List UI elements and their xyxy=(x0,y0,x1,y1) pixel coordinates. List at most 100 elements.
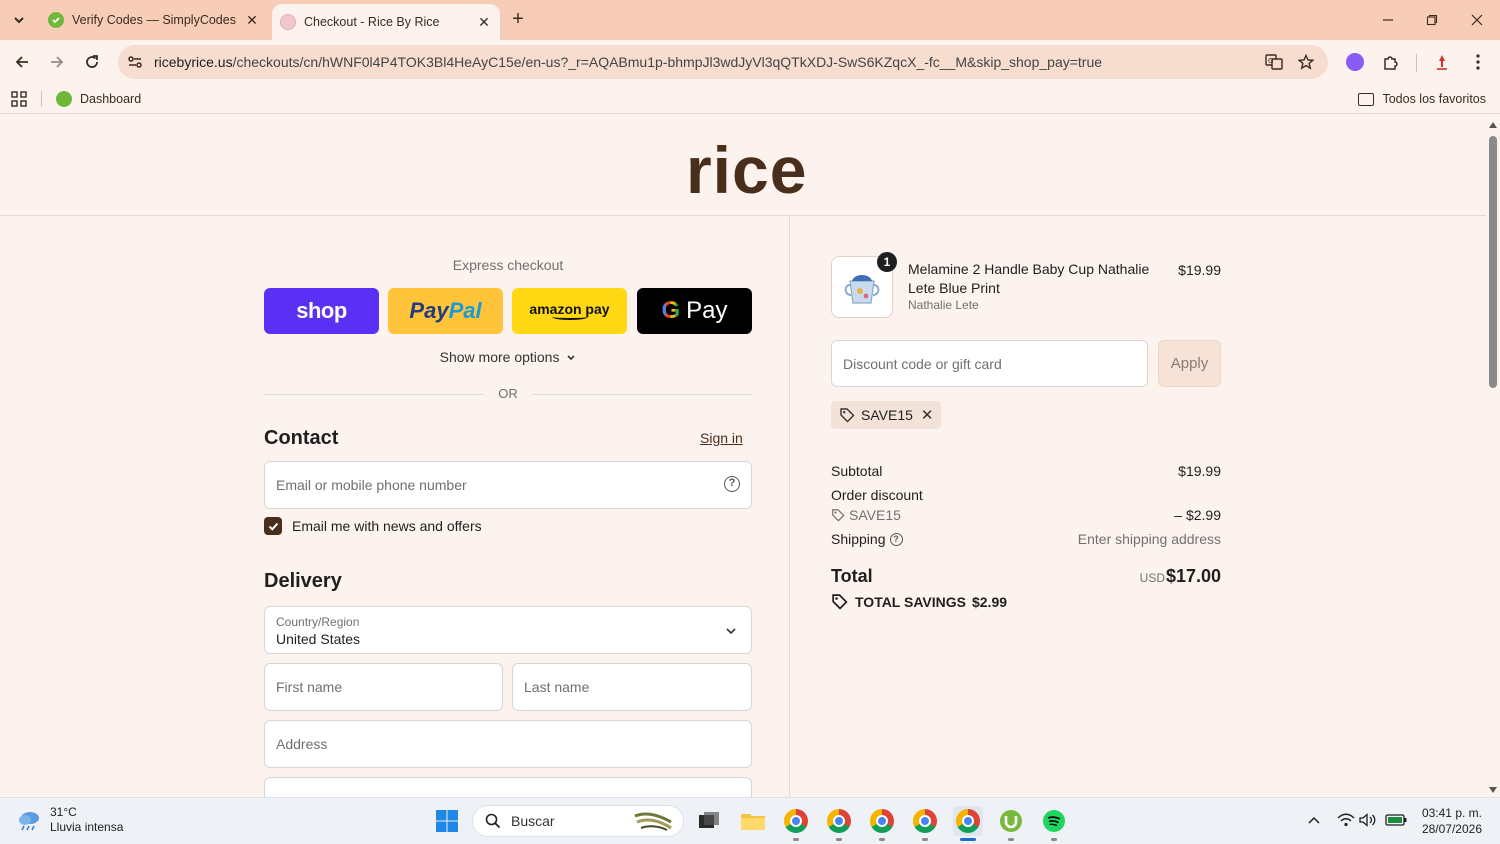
new-tab-plus-icon[interactable]: + xyxy=(508,9,528,30)
page-scrollbar[interactable] xyxy=(1486,118,1500,797)
more-menu-icon[interactable] xyxy=(1466,50,1490,74)
apps-grid-icon[interactable] xyxy=(11,91,27,107)
contact-heading: Contact xyxy=(264,427,339,449)
windows-taskbar: 31°C Lluvia intensa Buscar 03:41 p. m. 2… xyxy=(0,797,1500,844)
weather-condition: Lluvia intensa xyxy=(50,820,124,834)
simplycodes-favicon-icon xyxy=(56,91,72,107)
bookmark-star-icon[interactable] xyxy=(1296,52,1316,72)
checkout-page: rice Express checkout shop Pay Pal amazon… xyxy=(0,118,1486,797)
product-price: $19.99 xyxy=(1178,262,1221,278)
tab-strip: Verify Codes — SimplyCodes ✕ Checkout - … xyxy=(0,0,1500,40)
tag-icon xyxy=(840,408,855,423)
forward-arrow-icon[interactable] xyxy=(45,50,69,74)
back-arrow-icon[interactable] xyxy=(10,50,34,74)
simplycodes-extension-icon[interactable] xyxy=(1343,50,1367,74)
store-logo[interactable]: rice xyxy=(686,130,807,210)
site-settings-icon[interactable] xyxy=(126,53,144,71)
delivery-heading: Delivery xyxy=(264,570,342,592)
clock-date: 28/07/2026 xyxy=(1421,822,1482,836)
chevron-down-icon xyxy=(726,628,736,635)
reload-icon[interactable] xyxy=(80,50,104,74)
windows-start-icon[interactable] xyxy=(432,806,462,836)
checkout-form-column: Express checkout shop Pay Pal amazon pay … xyxy=(0,216,790,797)
tag-icon xyxy=(832,594,848,610)
minimize-icon[interactable] xyxy=(1376,8,1400,32)
browser-toolbar: ricebyrice.us/checkouts/cn/hWNF0l4P4TOK3… xyxy=(0,40,1500,84)
country-select[interactable]: Country/Region United States xyxy=(264,606,752,654)
amazon-smile-icon xyxy=(551,314,588,320)
express-checkout-title: Express checkout xyxy=(452,257,564,273)
baby-cup-image xyxy=(844,275,880,304)
shipping-value: Enter shipping address xyxy=(1077,531,1221,547)
bookmarks-divider xyxy=(41,91,42,107)
remove-code-icon[interactable]: ✕ xyxy=(921,406,934,424)
help-icon[interactable]: ? xyxy=(724,476,740,492)
weather-widget[interactable]: 31°C Lluvia intensa xyxy=(16,805,123,835)
applied-code-label: SAVE15 xyxy=(861,407,913,423)
volume-icon[interactable] xyxy=(1358,810,1378,830)
subtotal-row: Subtotal $19.99 xyxy=(831,463,1221,479)
utorrent-icon[interactable] xyxy=(996,806,1026,836)
tab-checkout[interactable]: Checkout - Rice By Rice ✕ xyxy=(272,4,500,40)
svg-text:G: G xyxy=(1268,57,1273,65)
news-offers-checkbox[interactable] xyxy=(264,517,282,535)
scrollbar-thumb[interactable] xyxy=(1489,136,1497,388)
chrome-profile-icon[interactable] xyxy=(867,806,897,836)
news-offers-row[interactable]: Email me with news and offers xyxy=(264,516,482,536)
show-hidden-icons-icon[interactable] xyxy=(1304,810,1324,830)
scroll-down-arrow-icon[interactable] xyxy=(1489,787,1497,793)
search-icon xyxy=(485,813,501,829)
close-window-icon[interactable] xyxy=(1465,8,1489,32)
all-bookmarks-folder[interactable]: Todos los favoritos xyxy=(1358,89,1486,109)
sign-in-link[interactable]: Sign in xyxy=(700,430,743,446)
system-clock[interactable]: 03:41 p. m. 28/07/2026 xyxy=(1422,805,1482,837)
task-view-icon[interactable] xyxy=(694,806,724,836)
google-g-icon: G xyxy=(661,297,681,324)
last-name-field[interactable] xyxy=(513,664,751,710)
discount-code-info: SAVE15 xyxy=(831,507,901,523)
taskbar-search[interactable]: Buscar xyxy=(472,805,684,837)
temperature: 31°C xyxy=(50,805,77,819)
apply-discount-button[interactable]: Apply xyxy=(1158,340,1221,387)
google-pay-button[interactable]: G Pay xyxy=(637,288,752,334)
amazon-pay-button[interactable]: amazon pay xyxy=(512,288,627,334)
scroll-up-arrow-icon[interactable] xyxy=(1489,122,1497,128)
translate-icon[interactable]: G xyxy=(1264,52,1284,72)
tab-search-button[interactable] xyxy=(8,9,30,31)
profile-icon[interactable] xyxy=(1430,50,1454,74)
email-field[interactable] xyxy=(265,462,751,508)
shop-pay-button[interactable]: shop xyxy=(264,288,379,334)
chrome-profile-icon[interactable] xyxy=(824,806,854,836)
address-field[interactable] xyxy=(265,721,751,767)
chrome-icon[interactable] xyxy=(781,806,811,836)
show-more-options-link[interactable]: Show more options xyxy=(264,349,752,365)
tab-simplycodes[interactable]: Verify Codes — SimplyCodes ✕ xyxy=(40,4,268,36)
close-tab-icon[interactable]: ✕ xyxy=(476,14,492,30)
tab-title: Verify Codes — SimplyCodes xyxy=(72,13,236,27)
chrome-active-icon[interactable] xyxy=(953,806,983,836)
chrome-profile-icon[interactable] xyxy=(910,806,940,836)
rice-favicon-icon xyxy=(280,14,296,30)
apartment-field[interactable] xyxy=(264,777,752,797)
paypal-button[interactable]: Pay Pal xyxy=(388,288,503,334)
extensions-puzzle-icon[interactable] xyxy=(1379,50,1403,74)
shipping-help-icon[interactable]: ? xyxy=(889,532,903,546)
order-discount-label: Order discount xyxy=(831,487,923,503)
spotify-icon[interactable] xyxy=(1039,806,1069,836)
battery-icon[interactable] xyxy=(1384,810,1408,830)
all-bookmarks-label: Todos los favoritos xyxy=(1382,92,1486,106)
file-explorer-icon[interactable] xyxy=(738,806,768,836)
bookmark-dashboard[interactable]: Dashboard xyxy=(56,89,141,109)
discount-code-field[interactable] xyxy=(832,341,1147,386)
total-row: Total USD $17.00 xyxy=(831,566,1221,592)
address-bar[interactable]: ricebyrice.us/checkouts/cn/hWNF0l4P4TOK3… xyxy=(118,45,1328,79)
last-name-wrap xyxy=(512,663,752,711)
store-header: rice xyxy=(0,118,1486,216)
close-tab-icon[interactable]: ✕ xyxy=(244,12,260,28)
subtotal-label: Subtotal xyxy=(831,463,883,479)
wifi-icon[interactable] xyxy=(1336,810,1356,830)
restore-icon[interactable] xyxy=(1420,8,1444,32)
savings-value: $2.99 xyxy=(971,593,1008,610)
simplycodes-favicon-icon xyxy=(48,12,64,28)
first-name-field[interactable] xyxy=(265,664,502,710)
